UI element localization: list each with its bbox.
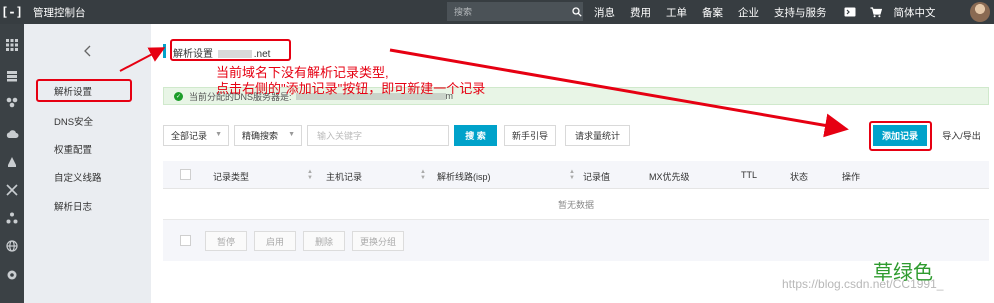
nav-icp[interactable]: 备案 bbox=[702, 5, 723, 20]
global-search bbox=[447, 2, 583, 21]
database-icon[interactable] bbox=[4, 154, 20, 170]
console-logo-icon[interactable]: [-] bbox=[0, 0, 24, 24]
nodes-icon[interactable] bbox=[4, 210, 20, 226]
col-line[interactable]: 解析线路(isp) bbox=[437, 170, 491, 183]
footer-select-checkbox[interactable] bbox=[180, 235, 191, 246]
cloud-icon[interactable] bbox=[4, 126, 20, 142]
global-search-input[interactable] bbox=[454, 6, 571, 17]
user-avatar[interactable] bbox=[970, 2, 990, 22]
sort-arrows-icon[interactable]: ▲ ▼ bbox=[307, 169, 313, 181]
sidebar-item-custom-line[interactable]: 自定义线路 bbox=[54, 170, 102, 184]
select-all-checkbox[interactable] bbox=[180, 169, 191, 180]
delete-button[interactable]: 删除 bbox=[303, 231, 345, 251]
settings-icon[interactable] bbox=[4, 267, 20, 283]
annotation-box-sidebar bbox=[36, 79, 132, 102]
nav-tickets[interactable]: 工单 bbox=[666, 5, 687, 20]
cart-icon[interactable] bbox=[868, 6, 884, 18]
search-mode-value: 精确搜索 bbox=[242, 131, 279, 141]
breadcrumb-accent bbox=[163, 44, 166, 58]
col-mx-priority: MX优先级 bbox=[649, 172, 690, 182]
top-nav: 消息 费用 工单 备案 企业 支持与服务 简体中文 bbox=[594, 0, 951, 24]
terminal-icon[interactable] bbox=[842, 7, 858, 17]
grid-icon[interactable] bbox=[4, 37, 20, 53]
col-status: 状态 bbox=[790, 172, 809, 182]
beginner-guide-button[interactable]: 新手引导 bbox=[504, 125, 556, 146]
watermark-name: 草绿色 bbox=[873, 262, 933, 284]
table-footer: 暂停 启用 删除 更换分组 bbox=[163, 220, 989, 261]
sort-arrows-icon[interactable]: ▲ ▼ bbox=[420, 169, 426, 181]
annotation-box-add-record bbox=[869, 121, 932, 151]
table-header: 记录类型 ▲ ▼ 主机记录 ▲ ▼ 解析线路(isp) ▲ ▼ 记录值 MX优先级 T… bbox=[163, 161, 989, 189]
search-mode-select[interactable]: 精确搜索 ▼ bbox=[234, 125, 302, 146]
nav-support[interactable]: 支持与服务 bbox=[774, 5, 827, 20]
keyword-input[interactable] bbox=[307, 125, 449, 146]
top-bar: [-] 管理控制台 消息 费用 工单 备案 企业 支持与服务 简体中文 bbox=[0, 0, 994, 24]
sidebar-item-weight[interactable]: 权重配置 bbox=[54, 142, 92, 156]
nav-enterprise[interactable]: 企业 bbox=[738, 5, 759, 20]
import-export-button[interactable]: 导入/导出 bbox=[934, 125, 989, 146]
sidebar-item-dns-log[interactable]: 解析日志 bbox=[54, 199, 92, 213]
col-host[interactable]: 主机记录 bbox=[326, 170, 362, 183]
sort-arrows-icon[interactable]: ▲ ▼ bbox=[569, 169, 575, 181]
pause-button[interactable]: 暂停 bbox=[205, 231, 247, 251]
server-icon[interactable] bbox=[4, 68, 20, 84]
col-value[interactable]: 记录值 bbox=[583, 170, 610, 183]
enable-button[interactable]: 启用 bbox=[254, 231, 296, 251]
empty-state: 暂无数据 bbox=[163, 190, 989, 220]
language-switch[interactable]: 简体中文 bbox=[894, 5, 936, 20]
network-icon[interactable] bbox=[4, 182, 20, 198]
annotation-text-line2: 点击右侧的"添加记录"按钮，即可新建一个记录 bbox=[216, 81, 486, 96]
search-icon[interactable] bbox=[571, 2, 583, 21]
success-check-icon: ✓ bbox=[174, 91, 183, 101]
product-icon-bar bbox=[0, 24, 24, 303]
cluster-icon[interactable] bbox=[4, 94, 20, 110]
request-stats-button[interactable]: 请求量统计 bbox=[565, 125, 630, 146]
col-actions: 操作 bbox=[842, 172, 861, 182]
annotation-text-line1: 当前域名下没有解析记录类型, bbox=[216, 65, 389, 80]
chevron-down-icon: ▼ bbox=[215, 131, 222, 138]
record-filter-select[interactable]: 全部记录 ▼ bbox=[163, 125, 229, 146]
sidebar-item-dns-security[interactable]: DNS安全 bbox=[54, 114, 93, 128]
chevron-down-icon: ▼ bbox=[288, 131, 295, 138]
console-title[interactable]: 管理控制台 bbox=[33, 5, 86, 20]
search-button[interactable]: 搜 索 bbox=[454, 125, 497, 146]
globe-icon[interactable] bbox=[4, 238, 20, 254]
sidebar: 解析设置 DNS安全 权重配置 自定义线路 解析日志 bbox=[24, 24, 151, 303]
annotation-box-breadcrumb bbox=[170, 39, 291, 61]
collapse-chevron-left-icon[interactable] bbox=[24, 40, 151, 62]
nav-messages[interactable]: 消息 bbox=[594, 5, 615, 20]
record-filter-value: 全部记录 bbox=[171, 131, 208, 141]
change-group-button[interactable]: 更换分组 bbox=[352, 231, 404, 251]
col-record-type[interactable]: 记录类型 bbox=[213, 170, 249, 183]
nav-billing[interactable]: 费用 bbox=[630, 5, 651, 20]
col-ttl: TTL bbox=[741, 170, 758, 180]
